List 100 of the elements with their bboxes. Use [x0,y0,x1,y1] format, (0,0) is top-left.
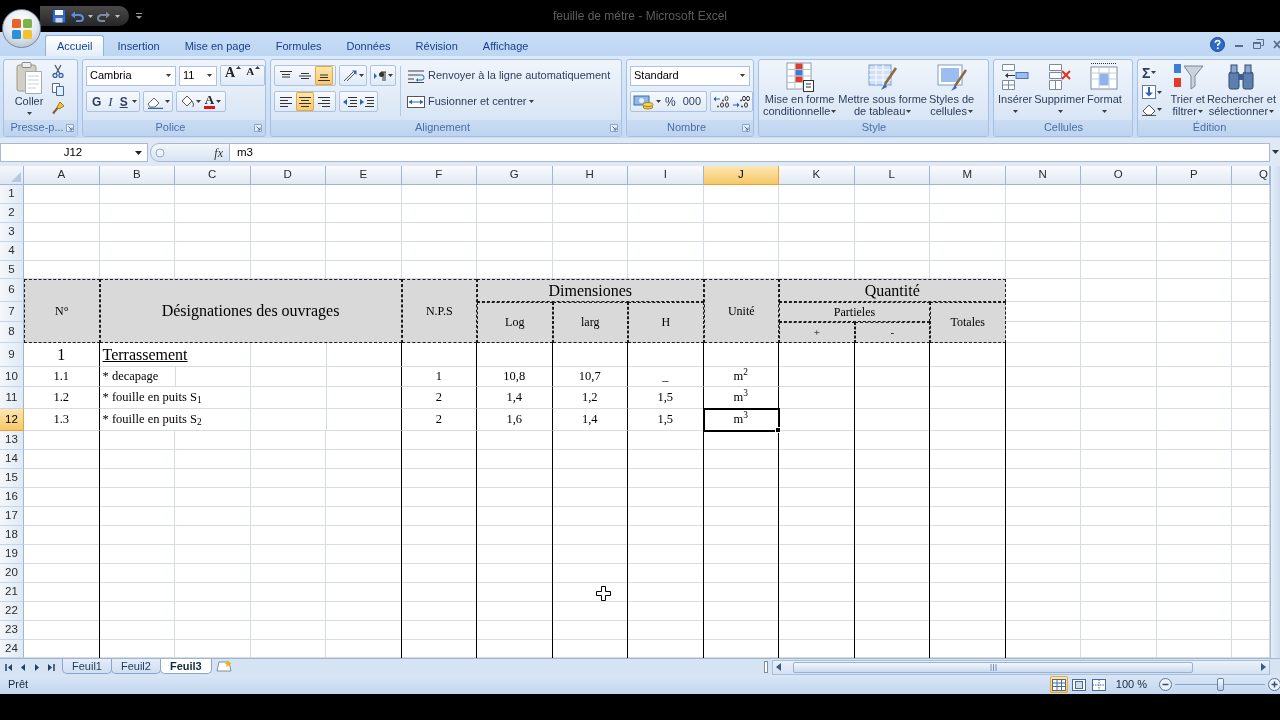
row-header[interactable]: 20 [0,564,24,583]
caret-icon[interactable] [195,100,201,103]
fill-handle[interactable] [775,427,781,433]
column-header[interactable]: K [779,166,855,185]
first-arrow-icon[interactable] [5,662,13,672]
column-header[interactable]: L [854,166,930,185]
row-header[interactable]: 5 [0,261,24,279]
zoom-in-icon[interactable] [1268,678,1280,691]
caret-icon[interactable] [906,110,912,114]
column-header[interactable]: O [1081,166,1157,185]
number-format-field[interactable]: Standard [630,65,750,86]
row-header[interactable]: 7 [0,302,24,322]
sheet-tab[interactable]: Feuil3 [159,658,212,674]
caret-icon[interactable] [27,112,32,116]
percent-button[interactable]: % [662,92,679,111]
find-select-button[interactable]: Rechercher et sélectionner [1205,60,1277,120]
caret-icon[interactable] [1269,110,1275,114]
font-name-field[interactable]: Cambria [86,65,176,86]
column-header[interactable]: F [401,166,477,185]
right-arrow-icon[interactable] [1261,663,1266,671]
caret-icon[interactable] [166,74,171,77]
column-header[interactable]: A [24,166,100,185]
cell-styles-button[interactable]: Styles de cellules [927,60,976,120]
view-button[interactable] [1069,676,1088,693]
dialog-launcher-icon[interactable] [742,124,750,132]
left-arrow-icon[interactable] [19,662,27,672]
caret-icon[interactable] [164,100,170,103]
caret-icon[interactable] [967,110,973,114]
horizontal-scrollbar[interactable] [772,659,1270,675]
shrink-font-button[interactable]: A [244,66,263,85]
save-icon[interactable] [52,9,66,23]
bold-button[interactable]: G [89,92,105,111]
row-header[interactable]: 4 [0,242,24,261]
indent-right-icon[interactable] [359,95,375,108]
ribbon-tab[interactable]: Accueil [45,35,105,56]
new-sheet-icon[interactable] [215,658,234,672]
row-header[interactable]: 14 [0,450,24,469]
row-header[interactable]: 16 [0,488,24,507]
caret-icon[interactable] [831,110,837,114]
dialog-launcher-icon[interactable] [66,124,74,132]
caret-icon[interactable] [1057,110,1063,114]
ribbon-tab[interactable]: Affichage [470,35,541,56]
row-header[interactable]: 17 [0,507,24,526]
brush-icon[interactable] [51,100,65,115]
dialog-launcher-icon[interactable] [610,124,618,132]
caret-icon[interactable] [388,74,393,77]
name-box[interactable]: J12 [0,143,148,162]
down-arrow-box-icon[interactable] [1141,84,1157,100]
column-header[interactable]: M [930,166,1006,185]
restore-icon[interactable] [1253,39,1264,49]
column-header[interactable]: B [99,166,175,185]
ribbon-tab[interactable]: Mise en page [172,35,263,56]
ribbon-tab[interactable]: Données [334,35,403,56]
caret-icon[interactable] [1102,110,1108,114]
column-header[interactable]: J [703,166,779,185]
slider-thumb[interactable] [1217,678,1224,691]
paste-button[interactable]: Coller [7,60,51,120]
row-header[interactable]: 12 [0,409,24,431]
column-header[interactable]: D [250,166,326,185]
paragraph-arrow-icon[interactable] [373,69,387,82]
sheet-tab[interactable]: Feuil1 [62,658,112,674]
column-header[interactable]: I [628,166,704,185]
column-header[interactable]: C [175,166,251,185]
help-icon[interactable] [1210,36,1225,52]
row-header[interactable]: 9 [0,343,24,367]
zoom-out-icon[interactable] [1159,678,1172,691]
caret-icon[interactable] [1151,71,1157,74]
caret-icon[interactable] [1157,107,1162,111]
row-header[interactable]: 15 [0,469,24,488]
last-arrow-icon[interactable] [47,662,55,672]
caret-icon[interactable] [135,150,142,155]
caret-icon[interactable] [1197,110,1203,114]
grow-font-button[interactable]: A [223,66,244,85]
column-header[interactable]: G [477,166,553,185]
scrollbar-thumb[interactable] [793,661,1193,673]
row-header[interactable]: 1 [0,185,24,204]
caret-icon[interactable] [115,14,120,18]
indent-left-icon[interactable] [342,95,358,108]
row-header[interactable]: 11 [0,387,24,409]
format-as-table-button[interactable]: Mettre sous forme de tableau [837,60,928,120]
row-header[interactable]: 21 [0,583,24,602]
caret-icon[interactable] [1013,110,1019,114]
split-handle-icon[interactable] [764,661,768,673]
decimal-arrow-icon[interactable] [732,95,751,108]
zoom-level[interactable]: 100 % [1115,677,1147,692]
caret-icon[interactable] [529,100,535,103]
italic-button[interactable]: I [105,92,116,111]
decimal-arrow-icon[interactable] [713,95,732,108]
thousands-button[interactable]: 000 [679,92,705,111]
zoom-slider[interactable] [1175,678,1265,691]
caret-icon[interactable] [207,74,212,77]
sheet-tab[interactable]: Feuil2 [110,658,161,674]
conditional-format-button[interactable]: Mise en forme conditionnelle [762,60,838,120]
column-header[interactable]: Q [1232,166,1270,185]
underline-button[interactable]: S [116,92,131,111]
row-header[interactable]: 2 [0,204,24,223]
caret-icon[interactable] [88,14,93,18]
close-icon[interactable] [1273,39,1280,49]
ribbon-tab[interactable]: Révision [403,35,470,56]
redo-icon[interactable] [97,10,111,22]
